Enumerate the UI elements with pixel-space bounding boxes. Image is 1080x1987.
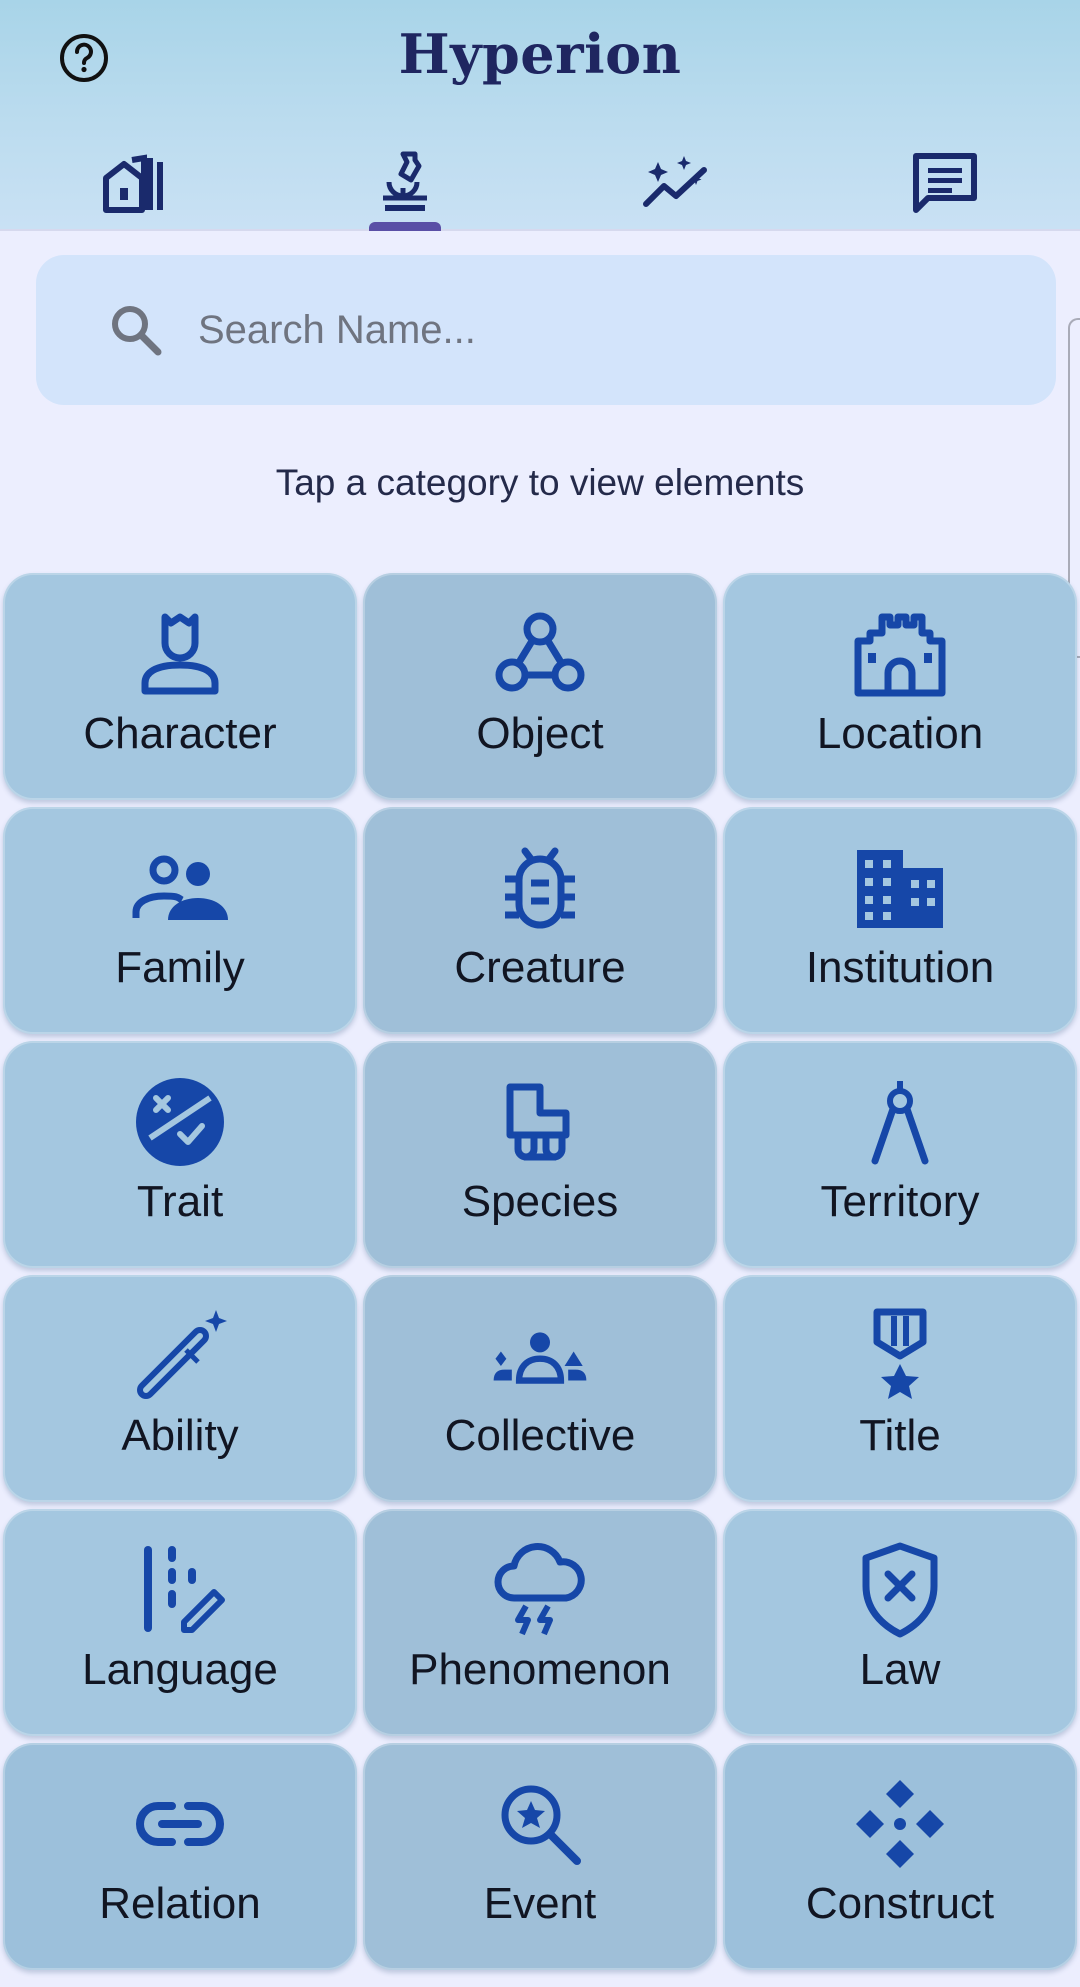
thunderstorm-icon [490, 1543, 590, 1636]
category-label: Law [859, 1645, 941, 1694]
category-label: Object [476, 709, 604, 758]
sparkle-trend-icon [643, 156, 707, 207]
category-language[interactable]: Language [3, 1509, 357, 1736]
category-family[interactable]: Family [3, 807, 357, 1034]
group-icon [130, 843, 230, 933]
category-label: Collective [444, 1411, 636, 1460]
face-dizzy-icon [130, 1077, 230, 1167]
category-grid: Character Object Location Family Creatur… [3, 573, 1080, 1970]
category-location[interactable]: Location [723, 573, 1077, 800]
microscope-icon [383, 151, 427, 211]
tab-bar [0, 140, 1080, 231]
chair-icon [490, 1077, 590, 1167]
category-title[interactable]: Title [723, 1275, 1077, 1502]
search-input[interactable] [198, 290, 1056, 370]
tab-buildings[interactable] [0, 140, 270, 231]
category-law[interactable]: Law [723, 1509, 1077, 1736]
bug-icon [490, 843, 590, 933]
app-title: Hyperion [398, 22, 682, 86]
category-label: Territory [820, 1177, 980, 1226]
compass-drafting-icon [850, 1077, 950, 1167]
military-medal-icon [850, 1308, 950, 1401]
diamond-cluster-icon [850, 1779, 950, 1869]
search-star-icon [490, 1779, 590, 1869]
category-label: Institution [805, 943, 995, 992]
groups-icon [490, 1311, 590, 1401]
category-label: Phenomenon [409, 1645, 671, 1694]
category-label: Species [461, 1177, 619, 1226]
category-object[interactable]: Object [363, 573, 717, 800]
category-trait[interactable]: Trait [3, 1041, 357, 1268]
category-collective[interactable]: Collective [363, 1275, 717, 1502]
category-territory[interactable]: Territory [723, 1041, 1077, 1268]
edit-note-icon [130, 1545, 230, 1635]
building-icon [850, 843, 950, 933]
category-character[interactable]: Character [3, 573, 357, 800]
category-label: Relation [99, 1879, 261, 1928]
webhook-icon [490, 609, 590, 699]
category-label: Language [82, 1645, 278, 1694]
hint-text: Tap a category to view elements [275, 462, 805, 503]
category-phenomenon[interactable]: Phenomenon [363, 1509, 717, 1736]
category-institution[interactable]: Institution [723, 807, 1077, 1034]
category-label: Event [483, 1879, 597, 1928]
tab-insights[interactable] [540, 140, 810, 231]
article-icon [913, 153, 977, 213]
app-header: Hyperion [0, 0, 1080, 231]
category-event[interactable]: Event [363, 1743, 717, 1970]
magic-wand-icon [130, 1310, 230, 1401]
search-icon [106, 300, 166, 360]
category-label: Character [83, 709, 277, 758]
tab-microscope[interactable] [270, 140, 540, 231]
tab-notes[interactable] [810, 140, 1080, 231]
category-creature[interactable]: Creature [363, 807, 717, 1034]
category-label: Ability [121, 1411, 239, 1460]
category-label: Trait [136, 1177, 224, 1226]
category-construct[interactable]: Construct [723, 1743, 1077, 1970]
active-tab-indicator [369, 222, 441, 231]
link-icon [130, 1779, 230, 1869]
category-label: Creature [454, 943, 626, 992]
search-bar[interactable] [36, 255, 1056, 405]
category-species[interactable]: Species [363, 1041, 717, 1268]
category-label: Construct [805, 1879, 995, 1928]
category-ability[interactable]: Ability [3, 1275, 357, 1502]
category-relation[interactable]: Relation [3, 1743, 357, 1970]
category-label: Location [816, 709, 984, 758]
category-label: Family [115, 943, 245, 992]
castle-icon [850, 609, 950, 699]
person-crown-icon [130, 609, 230, 699]
gpp-bad-shield-icon [850, 1542, 950, 1638]
buildings-icon [103, 154, 163, 213]
category-label: Title [859, 1411, 941, 1460]
